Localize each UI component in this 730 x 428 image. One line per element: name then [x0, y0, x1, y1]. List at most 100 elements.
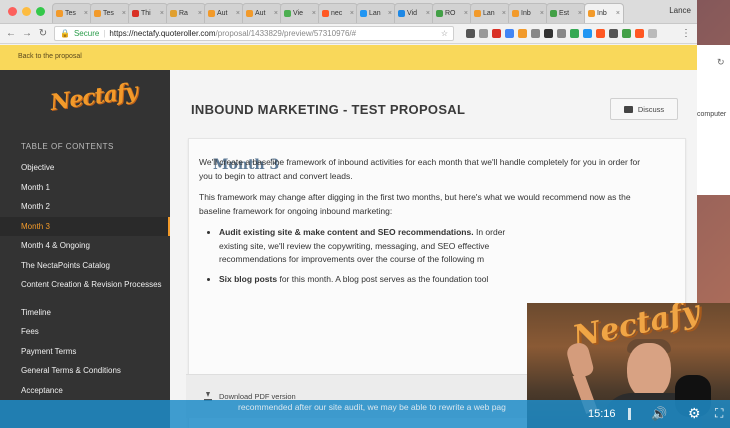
extension-icon[interactable]	[570, 29, 579, 38]
bookmark-star-icon[interactable]: ☆	[441, 29, 448, 38]
bullet-bold: Six blog posts	[219, 273, 278, 284]
extension-icon[interactable]	[648, 29, 657, 38]
bullet-text: for this month. A blog post serves as th…	[277, 273, 489, 284]
toc-item[interactable]: Content Creation & Revision Processes	[0, 276, 170, 303]
fullscreen-icon[interactable]: ⛶	[715, 406, 723, 421]
tab-label: Inb	[521, 10, 531, 17]
tab-label: Ra	[179, 10, 188, 17]
close-window-button[interactable]	[8, 7, 17, 16]
browser-tab[interactable]: nec ×	[318, 3, 358, 23]
tab-close-icon[interactable]: ×	[236, 10, 240, 17]
toc-item[interactable]: Month 4 & Ongoing	[0, 236, 170, 256]
presenter-head	[627, 343, 671, 399]
toc-item[interactable]: Timeline	[0, 303, 170, 323]
proposal-title: INBOUND MARKETING - TEST PROPOSAL	[191, 102, 466, 117]
browser-tab[interactable]: Inb ×	[508, 3, 548, 23]
toc-title: TABLE OF CONTENTS	[21, 142, 114, 151]
tab-label: Aut	[255, 10, 266, 17]
extension-icon[interactable]	[479, 29, 488, 38]
browser-tab[interactable]: Inb ×	[584, 3, 624, 23]
tab-close-icon[interactable]: ×	[540, 10, 544, 17]
tab-close-icon[interactable]: ×	[578, 10, 582, 17]
window-controls	[8, 7, 45, 16]
browser-tab[interactable]: Lan ×	[470, 3, 510, 23]
list-item: Six blog posts for this month. A blog po…	[219, 273, 644, 287]
extension-icon[interactable]	[544, 29, 553, 38]
extension-icon[interactable]	[583, 29, 592, 38]
url-path: /proposal/1433829/preview/57310976/#	[215, 29, 357, 38]
browser-tab[interactable]: Aut ×	[204, 3, 244, 23]
sidebar: Nectafy TABLE OF CONTENTS Objective Month…	[0, 70, 170, 428]
tab-close-icon[interactable]: ×	[84, 10, 88, 17]
progress-marker[interactable]	[628, 408, 631, 420]
address-bar[interactable]: 🔒 Secure | https://nectafy.quoteroller.c…	[54, 26, 454, 41]
tab-label: Lan	[483, 10, 495, 17]
profile-name[interactable]: Lance	[669, 6, 691, 15]
back-to-proposal-link[interactable]: Back to the proposal	[0, 45, 697, 70]
toc-item[interactable]: Payment Terms	[0, 342, 170, 362]
extension-icon[interactable]	[466, 29, 475, 38]
browser-menu-icon[interactable]: ⋮	[681, 28, 691, 39]
extension-icon[interactable]	[531, 29, 540, 38]
volume-icon[interactable]: 🔊	[651, 406, 667, 422]
extension-icon[interactable]	[492, 29, 501, 38]
paragraph: This framework may change after digging …	[199, 192, 631, 216]
extension-icon[interactable]	[557, 29, 566, 38]
toc-item[interactable]: The NectaPoints Catalog	[0, 256, 170, 276]
tab-favicon-icon	[170, 10, 177, 17]
extension-icon[interactable]	[635, 29, 644, 38]
tab-label: Est	[559, 10, 570, 17]
browser-tab[interactable]: Vie ×	[280, 3, 320, 23]
forward-arrow-icon[interactable]: →	[22, 28, 32, 39]
extension-icon[interactable]	[505, 29, 514, 38]
tab-favicon-icon	[132, 10, 139, 17]
video-player-bar[interactable]: recommended after our site audit, we may…	[0, 400, 730, 428]
tab-close-icon[interactable]: ×	[274, 10, 278, 17]
browser-tab[interactable]: Thi ×	[128, 3, 168, 23]
toc-item[interactable]: Objective	[0, 158, 170, 178]
tab-close-icon[interactable]: ×	[426, 10, 430, 17]
tab-close-icon[interactable]: ×	[160, 10, 164, 17]
toc-item[interactable]: Month 3	[0, 216, 170, 237]
tab-close-icon[interactable]: ×	[464, 10, 468, 17]
toc-item[interactable]: Month 2	[0, 197, 170, 217]
extension-icon[interactable]	[622, 29, 631, 38]
url-host: https://nectafy.quoteroller.com	[109, 29, 216, 38]
browser-tab[interactable]: Est ×	[546, 3, 586, 23]
bullet-text: recommendations for improvements over th…	[219, 254, 485, 264]
toc-item[interactable]: General Terms & Conditions	[0, 361, 170, 381]
discuss-button[interactable]: Discuss	[610, 98, 678, 120]
tab-close-icon[interactable]: ×	[350, 10, 354, 17]
browser-tab[interactable]: Ra ×	[166, 3, 206, 23]
toc-item[interactable]: Acceptance	[0, 381, 170, 401]
tab-favicon-icon	[398, 10, 405, 17]
minimize-window-button[interactable]	[22, 7, 31, 16]
back-arrow-icon[interactable]: ←	[6, 28, 16, 39]
bullet-bold: Audit existing site & make content and S…	[219, 227, 474, 237]
browser-tab[interactable]: Tes ×	[52, 3, 92, 23]
tab-close-icon[interactable]: ×	[388, 10, 392, 17]
browser-tab[interactable]: Lan ×	[356, 3, 396, 23]
reload-icon[interactable]: ↻	[38, 28, 48, 39]
reload-icon[interactable]: ↻	[717, 57, 725, 68]
tab-close-icon[interactable]: ×	[122, 10, 126, 17]
extension-icon[interactable]	[596, 29, 605, 38]
browser-tab[interactable]: Tes ×	[90, 3, 130, 23]
maximize-window-button[interactable]	[36, 7, 45, 16]
toc-item[interactable]: Month 1	[0, 178, 170, 198]
toc-item[interactable]: Fees	[0, 322, 170, 342]
background-window-text: computer	[697, 111, 727, 118]
settings-gear-icon[interactable]: ⚙	[688, 405, 701, 422]
nectafy-logo[interactable]: Nectafy	[49, 78, 139, 116]
tab-close-icon[interactable]: ×	[616, 10, 620, 17]
browser-tab[interactable]: Aut ×	[242, 3, 282, 23]
extension-icon[interactable]	[609, 29, 618, 38]
browser-tab[interactable]: Vid ×	[394, 3, 434, 23]
extension-icon[interactable]	[518, 29, 527, 38]
tab-favicon-icon	[322, 10, 329, 17]
tab-favicon-icon	[550, 10, 557, 17]
tab-close-icon[interactable]: ×	[198, 10, 202, 17]
browser-tab[interactable]: RO ×	[432, 3, 472, 23]
tab-close-icon[interactable]: ×	[502, 10, 506, 17]
tab-close-icon[interactable]: ×	[312, 10, 316, 17]
